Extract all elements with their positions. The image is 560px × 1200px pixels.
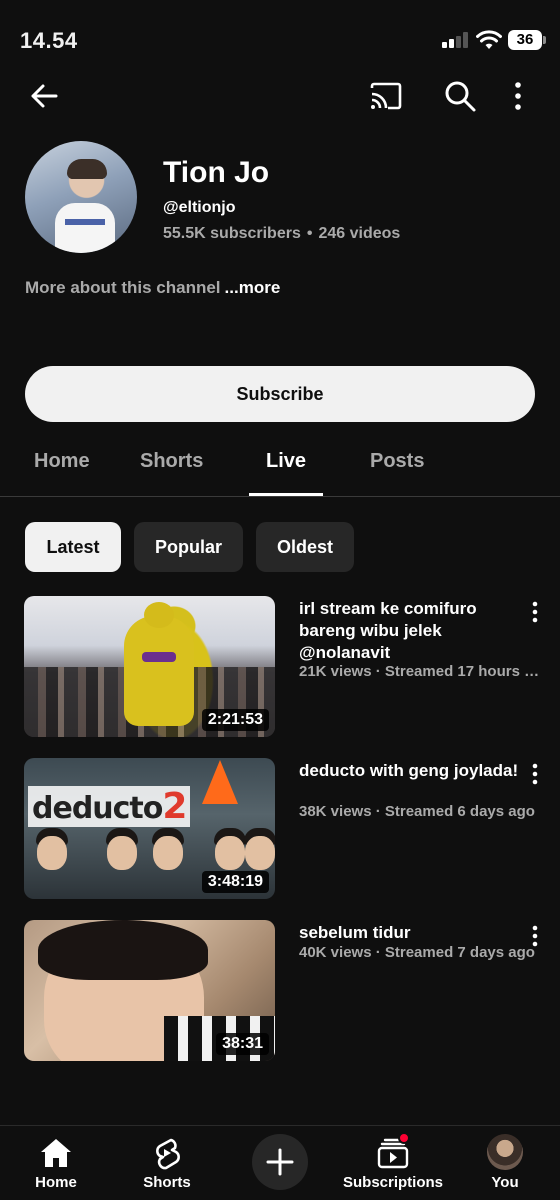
status-bar: 14.54 36 [0, 0, 560, 80]
video-duration: 3:48:19 [201, 871, 269, 893]
video-title[interactable]: irl stream ke comifuro bareng wibu jelek… [299, 598, 525, 664]
video-thumbnail[interactable]: deducto2 3:48:19 [24, 758, 275, 899]
channel-screen: 14.54 36 Tion Jo @eltionjo 55.5K subscri… [0, 0, 560, 1200]
channel-stats: 55.5K subscribers • 246 videos [163, 225, 400, 243]
subscribe-button[interactable]: Subscribe [25, 366, 535, 422]
channel-avatar[interactable] [25, 141, 137, 253]
plus-icon [266, 1148, 294, 1176]
bottom-navigation: Home Shorts Subscriptions You [0, 1125, 560, 1200]
nav-home[interactable]: Home [24, 1126, 88, 1200]
nav-home-label: Home [35, 1174, 77, 1191]
nav-you[interactable]: You [480, 1126, 530, 1200]
about-more-link[interactable]: ...more [225, 278, 281, 297]
video-more-options-icon[interactable] [524, 924, 546, 948]
channel-name: Tion Jo [163, 156, 270, 189]
chip-latest[interactable]: Latest [25, 522, 121, 572]
video-title[interactable]: sebelum tidur [299, 922, 525, 944]
search-icon[interactable] [442, 78, 478, 114]
subscriber-count: 55.5K subscribers [163, 225, 301, 242]
tab-live[interactable]: Live [266, 450, 306, 473]
more-options-icon[interactable] [510, 78, 546, 114]
video-thumbnail[interactable]: 2:21:53 [24, 596, 275, 737]
status-time: 14.54 [20, 28, 78, 53]
video-item[interactable]: 38:31 sebelum tidur 40K views · Streamed… [0, 920, 560, 1062]
video-item[interactable]: 2:21:53 irl stream ke comifuro bareng wi… [0, 596, 560, 738]
video-more-options-icon[interactable] [524, 762, 546, 786]
video-duration: 38:31 [216, 1033, 269, 1055]
video-meta: 21K views · Streamed 17 hours ago [299, 663, 541, 680]
nav-subscriptions[interactable]: Subscriptions [334, 1126, 452, 1200]
channel-about-link[interactable]: More about this channel ...more [25, 278, 280, 298]
cast-icon[interactable] [368, 78, 404, 114]
video-more-options-icon[interactable] [524, 600, 546, 624]
nav-shorts[interactable]: Shorts [132, 1126, 202, 1200]
video-meta: 38K views · Streamed 6 days ago [299, 803, 535, 820]
video-count: 246 videos [318, 225, 401, 242]
user-avatar [487, 1134, 523, 1170]
nav-shorts-label: Shorts [143, 1174, 191, 1191]
battery-indicator: 36 [508, 30, 546, 50]
video-duration: 2:21:53 [201, 709, 269, 731]
chip-oldest[interactable]: Oldest [256, 522, 354, 572]
channel-tabs: Home Shorts Live Posts [0, 440, 560, 497]
notification-dot [398, 1132, 410, 1144]
cellular-signal-icon [442, 32, 470, 48]
home-icon [41, 1139, 71, 1167]
create-button[interactable] [252, 1134, 308, 1190]
nav-subscriptions-label: Subscriptions [342, 1174, 443, 1191]
nav-you-label: You [491, 1174, 519, 1191]
tab-home[interactable]: Home [34, 450, 90, 473]
back-arrow-icon[interactable] [26, 78, 62, 114]
video-thumbnail[interactable]: 38:31 [24, 920, 275, 1061]
tab-shorts[interactable]: Shorts [140, 450, 203, 473]
video-item[interactable]: deducto2 3:48:19 deducto with geng joyla… [0, 758, 560, 900]
chip-popular[interactable]: Popular [134, 522, 243, 572]
wifi-icon [476, 30, 502, 49]
tab-posts[interactable]: Posts [370, 450, 424, 473]
about-text: More about this channel [25, 278, 221, 297]
thumbnail-logo: deducto2 [28, 786, 191, 827]
active-tab-indicator [249, 493, 323, 496]
video-meta: 40K views · Streamed 7 days ago [299, 944, 535, 961]
video-title[interactable]: deducto with geng joylada! [299, 760, 525, 782]
channel-handle: @eltionjo [163, 199, 236, 216]
separator-dot: • [306, 225, 313, 242]
shorts-icon [156, 1138, 180, 1170]
